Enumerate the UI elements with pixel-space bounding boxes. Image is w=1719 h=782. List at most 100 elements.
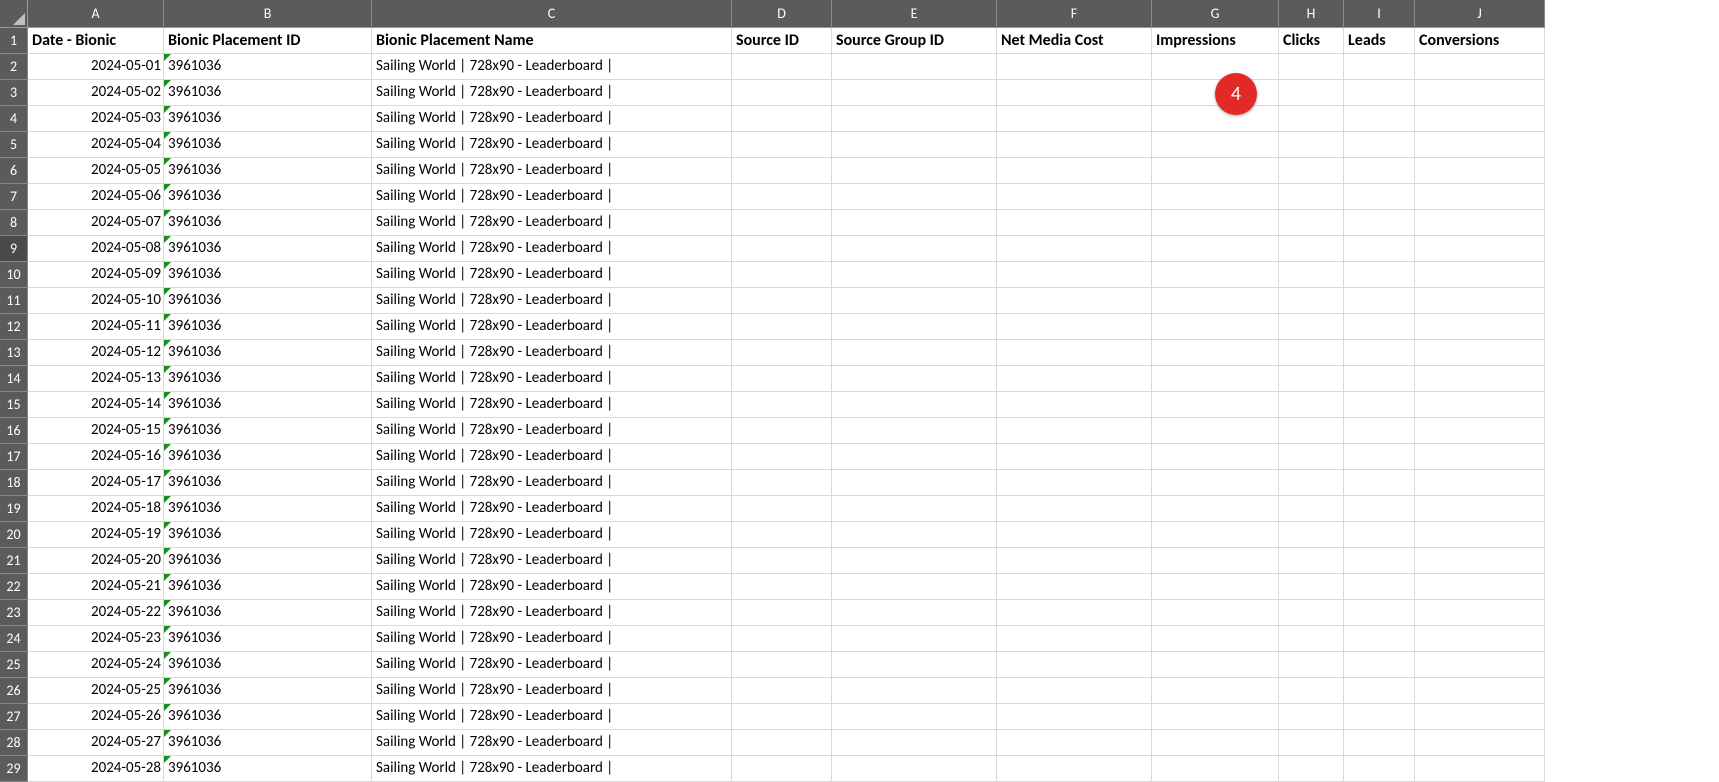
cell-E21[interactable] — [832, 548, 997, 574]
cell-F23[interactable] — [997, 600, 1152, 626]
cell-H25[interactable] — [1279, 652, 1344, 678]
cell-C13[interactable]: Sailing World | 728x90 - Leaderboard | — [372, 340, 732, 366]
cell-E7[interactable] — [832, 184, 997, 210]
cell-J13[interactable] — [1415, 340, 1545, 366]
cell-J18[interactable] — [1415, 470, 1545, 496]
cell-A8[interactable]: 2024-05-07 — [28, 210, 164, 236]
cell-A4[interactable]: 2024-05-03 — [28, 106, 164, 132]
cell-J17[interactable] — [1415, 444, 1545, 470]
cell-C28[interactable]: Sailing World | 728x90 - Leaderboard | — [372, 730, 732, 756]
cell-B28[interactable]: 3961036 — [164, 730, 372, 756]
cell-E3[interactable] — [832, 80, 997, 106]
cell-I22[interactable] — [1344, 574, 1415, 600]
cell-G19[interactable] — [1152, 496, 1279, 522]
cell-A14[interactable]: 2024-05-13 — [28, 366, 164, 392]
cell-B13[interactable]: 3961036 — [164, 340, 372, 366]
cell-F19[interactable] — [997, 496, 1152, 522]
cell-B21[interactable]: 3961036 — [164, 548, 372, 574]
cell-D5[interactable] — [732, 132, 832, 158]
cell-C22[interactable]: Sailing World | 728x90 - Leaderboard | — [372, 574, 732, 600]
cell-G6[interactable] — [1152, 158, 1279, 184]
cell-E2[interactable] — [832, 54, 997, 80]
cell-I29[interactable] — [1344, 756, 1415, 782]
cell-B23[interactable]: 3961036 — [164, 600, 372, 626]
cell-I15[interactable] — [1344, 392, 1415, 418]
cell-J23[interactable] — [1415, 600, 1545, 626]
cell-J11[interactable] — [1415, 288, 1545, 314]
cell-I5[interactable] — [1344, 132, 1415, 158]
cell-D20[interactable] — [732, 522, 832, 548]
cell-E25[interactable] — [832, 652, 997, 678]
cell-A9[interactable]: 2024-05-08 — [28, 236, 164, 262]
cell-B4[interactable]: 3961036 — [164, 106, 372, 132]
cell-B12[interactable]: 3961036 — [164, 314, 372, 340]
cell-A23[interactable]: 2024-05-22 — [28, 600, 164, 626]
cell-I2[interactable] — [1344, 54, 1415, 80]
cell-H8[interactable] — [1279, 210, 1344, 236]
cell-J12[interactable] — [1415, 314, 1545, 340]
cell-C2[interactable]: Sailing World | 728x90 - Leaderboard | — [372, 54, 732, 80]
cell-J10[interactable] — [1415, 262, 1545, 288]
cell-A29[interactable]: 2024-05-28 — [28, 756, 164, 782]
cell-F28[interactable] — [997, 730, 1152, 756]
cell-D14[interactable] — [732, 366, 832, 392]
cell-A13[interactable]: 2024-05-12 — [28, 340, 164, 366]
column-header-I[interactable]: I — [1344, 0, 1415, 28]
cell-E28[interactable] — [832, 730, 997, 756]
cell-D23[interactable] — [732, 600, 832, 626]
cell-A22[interactable]: 2024-05-21 — [28, 574, 164, 600]
cell-C16[interactable]: Sailing World | 728x90 - Leaderboard | — [372, 418, 732, 444]
cell-F29[interactable] — [997, 756, 1152, 782]
cell-C18[interactable]: Sailing World | 728x90 - Leaderboard | — [372, 470, 732, 496]
cell-I21[interactable] — [1344, 548, 1415, 574]
header-cell-H[interactable]: Clicks — [1279, 28, 1344, 54]
cell-C8[interactable]: Sailing World | 728x90 - Leaderboard | — [372, 210, 732, 236]
cell-B5[interactable]: 3961036 — [164, 132, 372, 158]
cell-D7[interactable] — [732, 184, 832, 210]
cell-I17[interactable] — [1344, 444, 1415, 470]
cell-D29[interactable] — [732, 756, 832, 782]
cell-D12[interactable] — [732, 314, 832, 340]
cell-A24[interactable]: 2024-05-23 — [28, 626, 164, 652]
cell-C20[interactable]: Sailing World | 728x90 - Leaderboard | — [372, 522, 732, 548]
cell-H26[interactable] — [1279, 678, 1344, 704]
row-header-24[interactable]: 24 — [0, 626, 28, 652]
cell-D18[interactable] — [732, 470, 832, 496]
cell-G25[interactable] — [1152, 652, 1279, 678]
cell-C25[interactable]: Sailing World | 728x90 - Leaderboard | — [372, 652, 732, 678]
cell-D3[interactable] — [732, 80, 832, 106]
header-cell-F[interactable]: Net Media Cost — [997, 28, 1152, 54]
cell-E23[interactable] — [832, 600, 997, 626]
cell-E29[interactable] — [832, 756, 997, 782]
cell-H15[interactable] — [1279, 392, 1344, 418]
cell-G2[interactable] — [1152, 54, 1279, 80]
cell-B18[interactable]: 3961036 — [164, 470, 372, 496]
cell-G29[interactable] — [1152, 756, 1279, 782]
cell-C19[interactable]: Sailing World | 728x90 - Leaderboard | — [372, 496, 732, 522]
cell-H13[interactable] — [1279, 340, 1344, 366]
cell-B15[interactable]: 3961036 — [164, 392, 372, 418]
cell-E11[interactable] — [832, 288, 997, 314]
cell-I11[interactable] — [1344, 288, 1415, 314]
cell-E14[interactable] — [832, 366, 997, 392]
cell-J5[interactable] — [1415, 132, 1545, 158]
cell-C29[interactable]: Sailing World | 728x90 - Leaderboard | — [372, 756, 732, 782]
cell-J24[interactable] — [1415, 626, 1545, 652]
cell-A3[interactable]: 2024-05-02 — [28, 80, 164, 106]
cell-F12[interactable] — [997, 314, 1152, 340]
cell-H27[interactable] — [1279, 704, 1344, 730]
cell-C10[interactable]: Sailing World | 728x90 - Leaderboard | — [372, 262, 732, 288]
cell-D21[interactable] — [732, 548, 832, 574]
row-header-16[interactable]: 16 — [0, 418, 28, 444]
cell-D13[interactable] — [732, 340, 832, 366]
cell-B29[interactable]: 3961036 — [164, 756, 372, 782]
cell-A6[interactable]: 2024-05-05 — [28, 158, 164, 184]
cell-D22[interactable] — [732, 574, 832, 600]
cell-J29[interactable] — [1415, 756, 1545, 782]
cell-A5[interactable]: 2024-05-04 — [28, 132, 164, 158]
cell-J2[interactable] — [1415, 54, 1545, 80]
cell-H21[interactable] — [1279, 548, 1344, 574]
cell-A2[interactable]: 2024-05-01 — [28, 54, 164, 80]
cell-G5[interactable] — [1152, 132, 1279, 158]
cell-J14[interactable] — [1415, 366, 1545, 392]
